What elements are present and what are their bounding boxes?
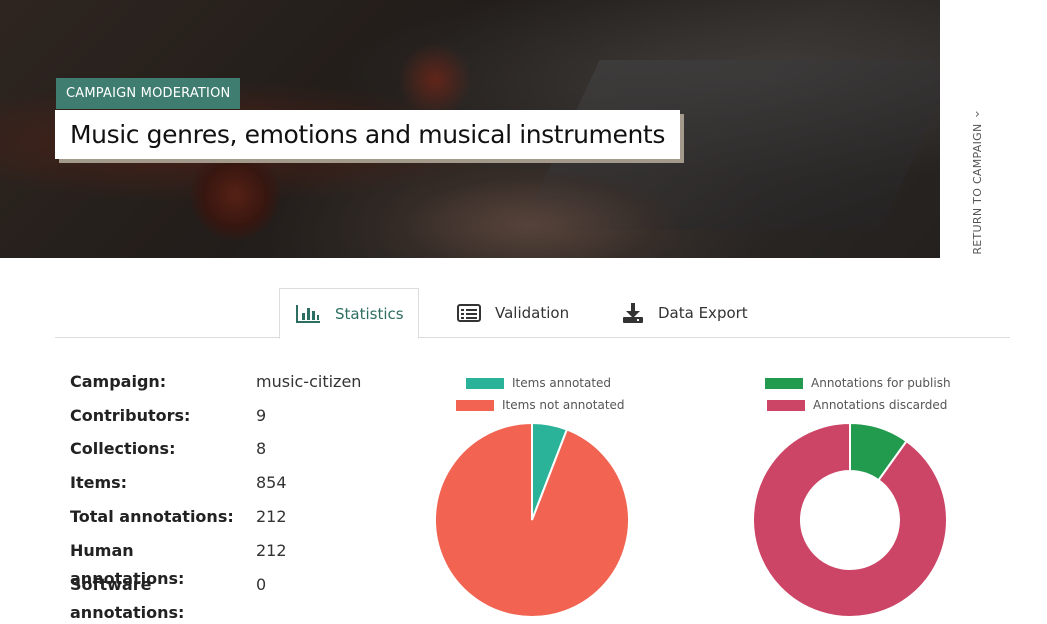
download-icon — [622, 302, 644, 324]
stat-value: 0 — [256, 575, 267, 594]
bar-chart-icon — [295, 304, 321, 324]
tab-validation-label: Validation — [495, 304, 570, 322]
annotations-doughnut-chart: Annotations for publish Annotations disc… — [740, 370, 970, 624]
stat-value: 212 — [256, 507, 287, 526]
legend-swatch — [456, 399, 494, 411]
legend-label: Annotations for publish — [811, 376, 951, 390]
stat-label: Software annotations: — [70, 575, 185, 622]
stat-value: 8 — [256, 439, 267, 458]
chevron-right-icon: › — [974, 107, 980, 123]
pie-slice-items-not-annotated[interactable] — [434, 422, 630, 618]
legend-swatch — [466, 377, 504, 389]
stat-value: 212 — [256, 541, 287, 560]
stat-label: Campaign: — [70, 372, 167, 391]
legend-items-not-annotated[interactable]: Items not annotated — [456, 398, 625, 412]
legend-annotations-discarded[interactable]: Annotations discarded — [767, 398, 947, 412]
tab-statistics[interactable]: Statistics — [279, 288, 419, 339]
doughnut-chart-svg — [752, 422, 948, 618]
tab-validation[interactable]: Validation — [442, 288, 584, 338]
stat-label: Total annotations: — [70, 507, 234, 526]
legend-label: Items not annotated — [502, 398, 625, 412]
stat-label: Items: — [70, 473, 128, 492]
pie-chart-svg — [434, 422, 630, 618]
legend-swatch — [765, 377, 803, 389]
list-icon — [457, 304, 481, 322]
return-to-campaign-link[interactable]: RETURN TO CAMPAIGN › — [965, 107, 989, 260]
legend-swatch — [767, 399, 805, 411]
page-title: Music genres, emotions and musical instr… — [70, 120, 665, 149]
moderation-tabs: Statistics Validation Data Export — [55, 288, 1010, 339]
campaign-title-box: Music genres, emotions and musical instr… — [55, 110, 680, 159]
tab-data-export[interactable]: Data Export — [607, 288, 763, 338]
stat-label: Collections: — [70, 439, 176, 458]
tab-data-export-label: Data Export — [658, 304, 748, 322]
stat-value: 854 — [256, 473, 287, 492]
legend-label: Items annotated — [512, 376, 612, 390]
items-pie-chart: Items annotated Items not annotated — [420, 370, 650, 624]
stat-value: music-citizen — [256, 372, 362, 391]
legend-annotations-for-publish[interactable]: Annotations for publish — [765, 376, 951, 390]
stat-value: 9 — [256, 406, 267, 425]
legend-items-annotated[interactable]: Items annotated — [466, 376, 611, 390]
stat-label: Contributors: — [70, 406, 191, 425]
legend-label: Annotations discarded — [813, 398, 948, 412]
return-to-campaign-label: RETURN TO CAMPAIGN — [970, 123, 984, 255]
pie-slice-annotations-discarded[interactable] — [752, 422, 948, 618]
tab-statistics-label: Statistics — [335, 304, 404, 323]
campaign-moderation-tag: CAMPAIGN MODERATION — [56, 78, 241, 109]
